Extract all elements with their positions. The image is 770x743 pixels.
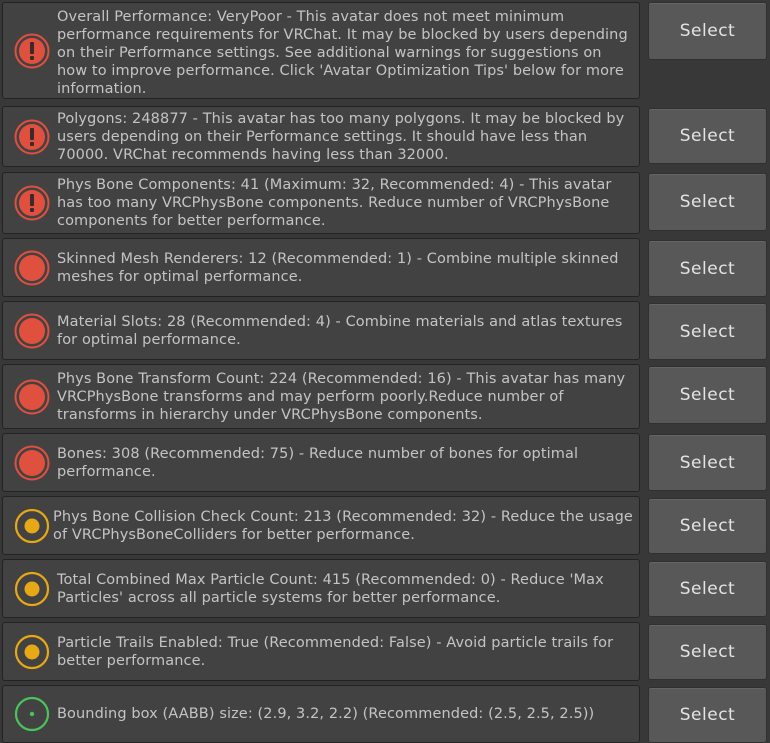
warning-text: Bones: 308 (Recommended: 75) - Reduce nu… bbox=[57, 445, 579, 480]
red-circle-icon bbox=[14, 379, 50, 415]
warning-text: Polygons: 248877 - This avatar has too m… bbox=[57, 110, 625, 163]
red-circle-icon bbox=[14, 445, 50, 481]
green-circle-icon bbox=[14, 696, 50, 732]
warning-message-box: Material Slots: 28 (Recommended: 4) - Co… bbox=[2, 301, 640, 360]
warning-message-box: Phys Bone Transform Count: 224 (Recommen… bbox=[2, 364, 640, 429]
warning-row: Phys Bone Components: 41 (Maximum: 32, R… bbox=[0, 172, 770, 234]
warning-text: Phys Bone Transform Count: 224 (Recommen… bbox=[57, 370, 626, 423]
warning-text: Material Slots: 28 (Recommended: 4) - Co… bbox=[57, 313, 623, 348]
warning-row: Phys Bone Transform Count: 224 (Recommen… bbox=[0, 364, 770, 429]
warning-message-box: Bones: 308 (Recommended: 75) - Reduce nu… bbox=[2, 433, 640, 492]
select-button[interactable]: Select bbox=[648, 303, 767, 360]
yellow-circle-icon bbox=[14, 571, 50, 607]
select-button[interactable]: Select bbox=[648, 173, 767, 231]
error-exclamation-icon bbox=[14, 33, 50, 69]
warning-text: Phys Bone Collision Check Count: 213 (Re… bbox=[53, 508, 633, 543]
warning-message-box: Polygons: 248877 - This avatar has too m… bbox=[2, 106, 640, 167]
yellow-circle-icon bbox=[14, 634, 50, 670]
warning-message-box: Bounding box (AABB) size: (2.9, 3.2, 2.2… bbox=[2, 685, 640, 743]
select-button[interactable]: Select bbox=[648, 687, 767, 743]
warning-message-box: Overall Performance: VeryPoor - This ava… bbox=[2, 2, 640, 99]
warning-row: Bounding box (AABB) size: (2.9, 3.2, 2.2… bbox=[0, 685, 770, 743]
warning-text: Overall Performance: VeryPoor - This ava… bbox=[57, 9, 628, 97]
warning-row: Total Combined Max Particle Count: 415 (… bbox=[0, 559, 770, 618]
warning-row: Material Slots: 28 (Recommended: 4) - Co… bbox=[0, 301, 770, 360]
select-button[interactable]: Select bbox=[648, 108, 767, 164]
warning-message-box: Phys Bone Collision Check Count: 213 (Re… bbox=[2, 496, 640, 555]
warning-row: Overall Performance: VeryPoor - This ava… bbox=[0, 2, 770, 99]
warning-message-box: Total Combined Max Particle Count: 415 (… bbox=[2, 559, 640, 618]
error-exclamation-icon bbox=[14, 185, 50, 221]
select-button[interactable]: Select bbox=[648, 498, 767, 554]
warning-text: Bounding box (AABB) size: (2.9, 3.2, 2.2… bbox=[57, 706, 595, 722]
select-button[interactable]: Select bbox=[648, 240, 767, 297]
warning-text: Total Combined Max Particle Count: 415 (… bbox=[57, 571, 604, 606]
select-button[interactable]: Select bbox=[648, 366, 767, 424]
warning-message-box: Phys Bone Components: 41 (Maximum: 32, R… bbox=[2, 172, 640, 234]
performance-warnings-list: Overall Performance: VeryPoor - This ava… bbox=[0, 0, 770, 743]
warning-text: Skinned Mesh Renderers: 12 (Recommended:… bbox=[57, 250, 619, 285]
error-exclamation-icon bbox=[14, 119, 50, 155]
warning-row: Polygons: 248877 - This avatar has too m… bbox=[0, 106, 770, 167]
yellow-circle-icon bbox=[14, 508, 50, 544]
warning-row: Particle Trails Enabled: True (Recommend… bbox=[0, 622, 770, 681]
select-button[interactable]: Select bbox=[648, 2, 767, 60]
red-circle-icon bbox=[14, 250, 50, 286]
warning-row: Phys Bone Collision Check Count: 213 (Re… bbox=[0, 496, 770, 555]
warning-message-box: Particle Trails Enabled: True (Recommend… bbox=[2, 622, 640, 681]
warning-row: Skinned Mesh Renderers: 12 (Recommended:… bbox=[0, 238, 770, 297]
select-button[interactable]: Select bbox=[648, 624, 767, 680]
warning-text: Phys Bone Components: 41 (Maximum: 32, R… bbox=[57, 177, 612, 229]
select-button[interactable]: Select bbox=[648, 561, 767, 617]
warning-text: Particle Trails Enabled: True (Recommend… bbox=[57, 634, 614, 669]
warning-row: Bones: 308 (Recommended: 75) - Reduce nu… bbox=[0, 433, 770, 492]
warning-message-box: Skinned Mesh Renderers: 12 (Recommended:… bbox=[2, 238, 640, 297]
red-circle-icon bbox=[14, 313, 50, 349]
select-button[interactable]: Select bbox=[648, 434, 767, 491]
